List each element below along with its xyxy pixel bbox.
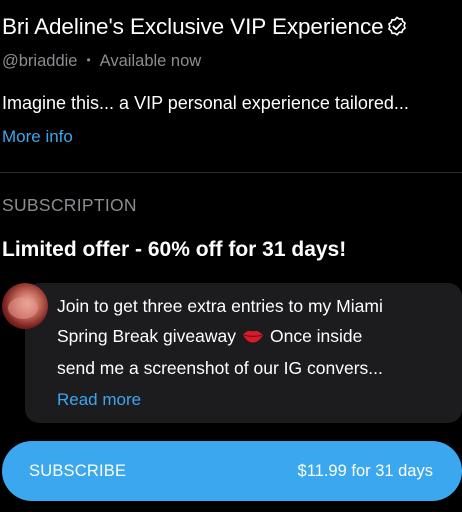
kiss-lips-icon [242, 323, 264, 353]
more-info-link[interactable]: More info [2, 127, 73, 147]
about-text: Imagine this... a VIP personal experienc… [2, 93, 409, 113]
verified-badge-icon [386, 16, 408, 38]
offer-message-line-3: send me a screenshot of our IG convers..… [57, 358, 383, 378]
offer-message-line-2a: Spring Break giveaway [57, 326, 236, 346]
username-handle: @briaddie [2, 52, 78, 70]
subscribe-button-label: SUBSCRIBE [29, 461, 127, 480]
page-title: Bri Adeline's Exclusive VIP Experience [2, 14, 384, 39]
offer-title: Limited offer - 60% off for 31 days! [2, 238, 347, 261]
availability-status: Available now [99, 52, 202, 70]
profile-title-row: Bri Adeline's Exclusive VIP Experience [2, 14, 462, 40]
offer-message: Join to get three extra entries to my Mi… [57, 291, 457, 383]
read-more-link[interactable]: Read more [57, 390, 141, 410]
subscribe-button[interactable]: SUBSCRIBE $11.99 for 31 days [2, 441, 462, 501]
subscribe-button-price: $11.99 for 31 days [297, 461, 433, 480]
offer-message-line-2b: Once inside [269, 326, 363, 346]
separator-dot: • [86, 53, 91, 67]
subscription-section-label: SUBSCRIPTION [2, 195, 137, 215]
profile-meta: @briaddie • Available now [2, 52, 201, 71]
offer-message-line-2: Spring Break giveaway Once inside [57, 321, 457, 353]
offer-message-line-1: Join to get three extra entries to my Mi… [57, 296, 383, 316]
section-divider [0, 172, 462, 173]
avatar[interactable] [2, 283, 48, 329]
